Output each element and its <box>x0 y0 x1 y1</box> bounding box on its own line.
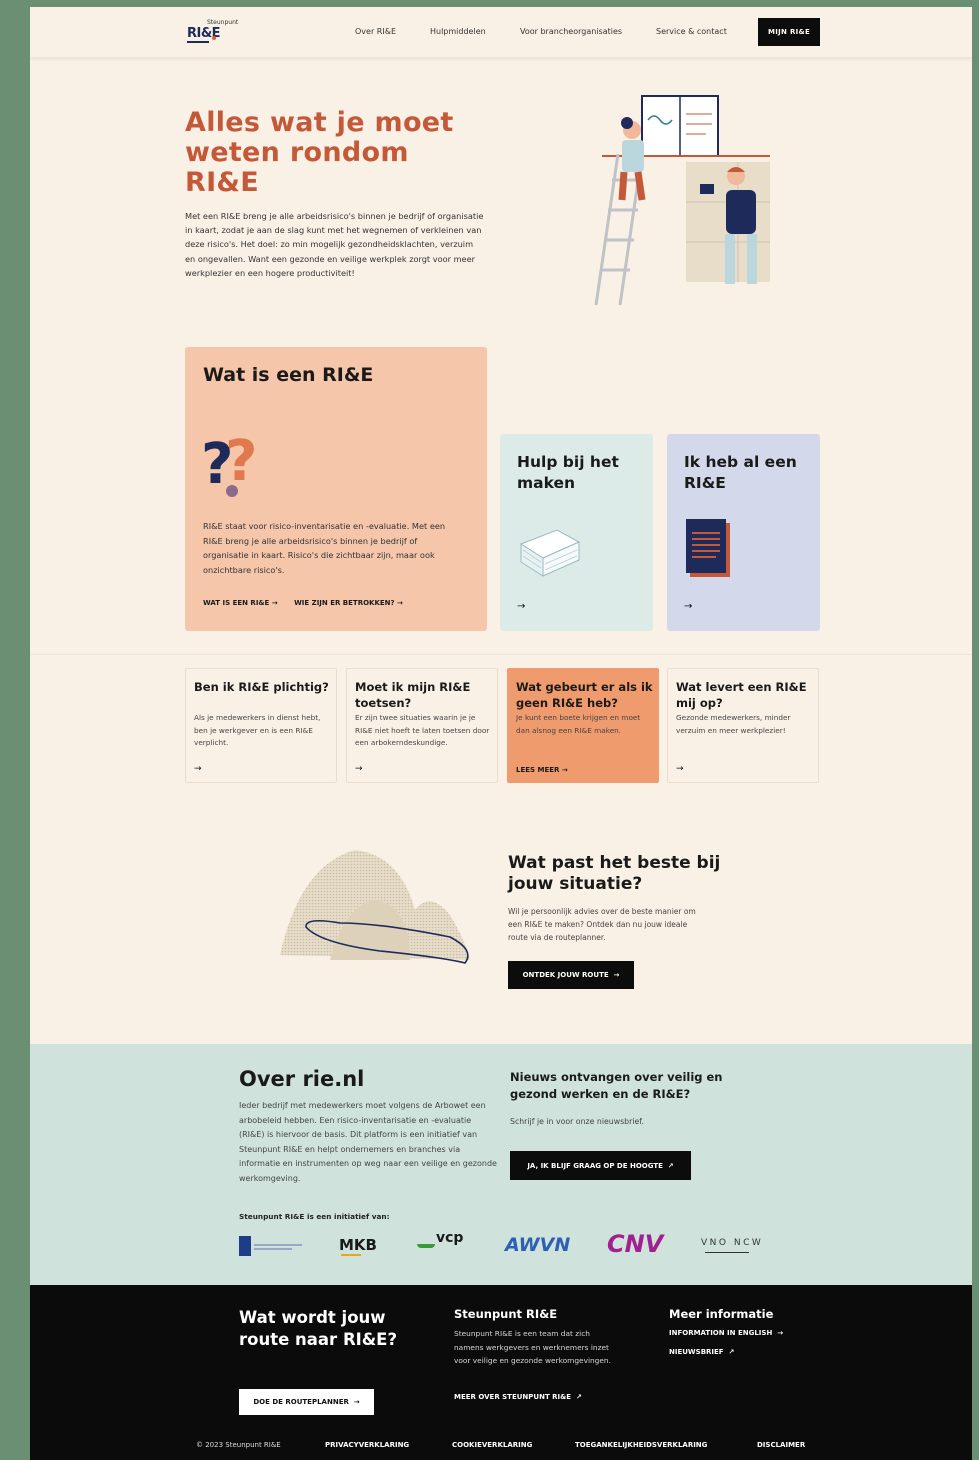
lees-meer-link[interactable]: LEES MEER → <box>516 766 568 774</box>
site-header <box>30 7 972 57</box>
route-title: Wat past het beste bij jouw situatie? <box>508 853 721 894</box>
card-links: WAT IS EEN RI&E → WIE ZIJN ER BETROKKEN?… <box>203 599 403 607</box>
link-wat-is-een-rie[interactable]: WAT IS EEN RI&E → <box>203 599 278 607</box>
card-wat-is-een-rie[interactable]: Wat is een RI&E ? ? RI&E staat voor risi… <box>185 347 487 631</box>
newsletter-text: Schrijf je in voor onze nieuwsbrief. <box>510 1117 644 1126</box>
nav-service-contact[interactable]: Service & contact <box>656 27 727 36</box>
footer-route-title: Wat wordt jouw route naar RI&E? <box>239 1308 398 1349</box>
mkb-logo: MKB <box>339 1236 377 1254</box>
paper-stack-icon <box>519 529 581 577</box>
privacy-link[interactable]: PRIVACYVERKLARING <box>325 1441 409 1449</box>
card-title: Moet ik mijn RI&E toetsen? <box>355 680 471 710</box>
initiatief-label: Steunpunt RI&E is een initiatief van: <box>239 1212 390 1221</box>
card-title: Wat is een RI&E <box>203 364 374 386</box>
arrow-right-icon: → <box>777 1329 784 1337</box>
vno-ncw-underline <box>705 1252 749 1253</box>
arrow-right-icon: → <box>613 971 620 979</box>
external-link-icon: ↗ <box>575 1393 582 1401</box>
over-text: Ieder bedrijf met medewerkers moet volge… <box>239 1101 497 1183</box>
arrow-right-icon: → <box>684 601 693 612</box>
link-wie-zijn-er-betrokken[interactable]: WIE ZIJN ER BETROKKEN? → <box>294 599 403 607</box>
disclaimer-link[interactable]: DISCLAIMER <box>757 1441 805 1449</box>
external-link-icon: ↗ <box>667 1161 674 1170</box>
arrow-right-icon: → <box>194 764 202 774</box>
nav-hulpmiddelen[interactable]: Hulpmiddelen <box>430 27 486 36</box>
nav-over-rie[interactable]: Over RI&E <box>355 27 396 36</box>
card-title: Wat levert een RI&E mij op? <box>676 680 807 710</box>
section-divider <box>30 654 972 655</box>
arrow-right-icon: → <box>517 601 526 612</box>
card-text: Er zijn twee situaties waarin je je RI&E… <box>355 713 490 747</box>
logo-underline <box>187 41 209 43</box>
footer-steunpunt-text: Steunpunt RI&E is een team dat zich name… <box>454 1329 611 1365</box>
card-text: RI&E staat voor risico-inventarisatie en… <box>203 521 446 575</box>
mkb-logo-accent <box>341 1254 361 1256</box>
route-text: Wil je persoonlijk advies over de beste … <box>508 907 696 942</box>
awvn-logo: AWVN <box>505 1234 571 1256</box>
meer-over-steunpunt-link[interactable]: MEER OVER STEUNPUNT RI&E ↗ <box>454 1393 582 1401</box>
site-logo[interactable]: Steunpunt RI&E <box>185 19 240 45</box>
card-title: Ik heb al een RI&E <box>684 453 797 492</box>
over-title: Over rie.nl <box>239 1067 365 1091</box>
document-icon <box>686 519 730 577</box>
nav-brancheorganisaties[interactable]: Voor brancheorganisaties <box>520 27 622 36</box>
hero-text: Met een RI&E breng je alle arbeidsrisico… <box>185 211 484 278</box>
vcp-logo-swoosh <box>417 1244 435 1248</box>
information-english-link[interactable]: INFORMATION IN ENGLISH → <box>669 1329 783 1337</box>
nieuwsbrief-link[interactable]: NIEUWSBRIEF ↗ <box>669 1348 734 1356</box>
card-text: Gezonde medewerkers, minder verzuim en m… <box>676 713 791 735</box>
card-title: Ben ik RI&E plichtig? <box>194 680 329 694</box>
card-title: Wat gebeurt er als ik geen RI&E heb? <box>516 680 653 710</box>
card-rie-toetsen[interactable]: Moet ik mijn RI&E toetsen? Er zijn twee … <box>346 668 498 783</box>
hero-illustration <box>594 95 770 305</box>
card-text: Je kunt een boete krijgen en moet dan al… <box>516 713 641 735</box>
copyright: © 2023 Steunpunt RI&E <box>196 1441 281 1449</box>
arrow-right-icon: → <box>271 599 278 607</box>
arrow-right-icon: → <box>561 766 568 774</box>
mijn-rie-button[interactable]: MIJN RI&E <box>758 18 820 46</box>
footer-meer-info-title: Meer informatie <box>669 1307 774 1321</box>
toegankelijkheid-link[interactable]: TOEGANKELIJKHEIDSVERKLARING <box>575 1441 707 1449</box>
arrow-right-icon: → <box>397 599 403 607</box>
hero-title: Alles wat je moet weten rondom RI&E <box>185 107 454 198</box>
card-ben-ik-rie-plichtig[interactable]: Ben ik RI&E plichtig? Als je medewerkers… <box>185 668 337 783</box>
card-ik-heb-al-een-rie[interactable]: Ik heb al een RI&E → <box>667 434 820 631</box>
card-geen-rie[interactable]: Wat gebeurt er als ik geen RI&E heb? Je … <box>507 668 659 783</box>
arrow-right-icon: → <box>353 1398 360 1406</box>
newsletter-title: Nieuws ontvangen over veilig en gezond w… <box>510 1070 723 1101</box>
cookie-link[interactable]: COOKIEVERKLARING <box>452 1441 532 1449</box>
card-text: Als je medewerkers in dienst hebt, ben j… <box>194 713 321 747</box>
arrow-right-icon: → <box>355 764 363 774</box>
hills-route-illustration <box>280 850 470 964</box>
external-link-icon: ↗ <box>728 1348 735 1356</box>
footer-steunpunt-title: Steunpunt RI&E <box>454 1307 558 1321</box>
card-hulp-bij-het-maken[interactable]: Hulp bij het maken → <box>500 434 653 631</box>
logo-dot <box>212 36 216 40</box>
arrow-right-icon: → <box>676 764 684 774</box>
vcp-logo: vcp <box>436 1230 464 1246</box>
vno-ncw-logo: VNO NCW <box>701 1238 764 1248</box>
newsletter-signup-button[interactable]: JA, IK BLIJF GRAAG OP DE HOOGTE ↗ <box>510 1151 691 1180</box>
card-wat-levert-rie-op[interactable]: Wat levert een RI&E mij op? Gezonde mede… <box>667 668 819 783</box>
page-frame: Steunpunt RI&E Over RI&E Hulpmiddelen Vo… <box>30 7 972 1460</box>
routeplanner-button[interactable]: DOE DE ROUTEPLANNER → <box>239 1389 374 1415</box>
cnv-logo: CNV <box>607 1230 664 1258</box>
logo-small-text: Steunpunt <box>207 19 239 26</box>
rijksoverheid-logo <box>239 1236 303 1256</box>
question-marks-icon: ? ? <box>201 429 257 497</box>
ontdek-route-button[interactable]: ONTDEK JOUW ROUTE → <box>508 961 634 989</box>
partner-logos: MKB vcp AWVN CNV VNO NCW <box>239 1230 779 1262</box>
card-title: Hulp bij het maken <box>517 453 619 492</box>
